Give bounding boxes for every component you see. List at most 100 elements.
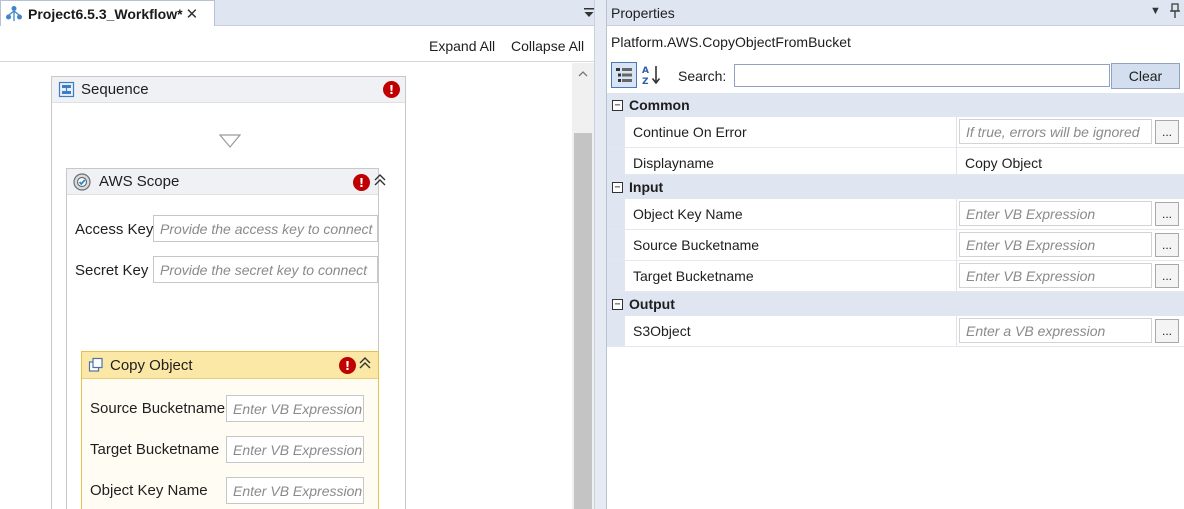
close-icon[interactable]: ✕ <box>186 5 199 23</box>
collapse-chevron-icon[interactable] <box>358 356 372 374</box>
categorized-view-icon[interactable] <box>611 62 637 88</box>
category-name: Output <box>629 296 675 312</box>
property-name: Continue On Error <box>633 124 747 140</box>
copy-object-title: Copy Object <box>110 356 193 374</box>
sequence-icon <box>58 81 75 98</box>
row-gutter <box>607 316 625 346</box>
category-name: Input <box>629 179 664 195</box>
object-key-name-label: Object Key Name <box>90 482 208 499</box>
collapse-chevron-icon[interactable] <box>373 173 387 191</box>
alphabetical-sort-icon[interactable]: A Z <box>639 62 665 88</box>
clear-button[interactable]: Clear <box>1111 63 1180 89</box>
error-icon[interactable]: ! <box>339 357 356 374</box>
property-row-continue-on-error[interactable]: Continue On Error If true, errors will be… <box>607 117 1184 148</box>
property-name: S3Object <box>633 323 691 339</box>
expand-all-button[interactable]: Expand All <box>429 38 495 54</box>
object-key-name-input[interactable]: Enter VB Expression <box>226 477 364 504</box>
row-gutter <box>607 261 625 291</box>
aws-scope-header[interactable]: AWS Scope <box>67 169 378 195</box>
secret-key-label: Secret Key <box>75 262 149 279</box>
drop-target-arrow-icon <box>219 134 241 148</box>
copy-object-activity[interactable]: Copy Object ! Source Bucketname Enter VB… <box>81 351 379 509</box>
panel-menu-dropdown-icon[interactable]: ▼ <box>1150 5 1161 17</box>
scroll-up-arrow-icon[interactable] <box>572 63 594 85</box>
ellipsis-button[interactable]: ... <box>1155 264 1179 288</box>
designer-canvas[interactable]: Sequence ! AWS Scope ! Access Key Provid… <box>0 63 572 509</box>
properties-title: Properties <box>611 4 675 21</box>
property-name: Source Bucketname <box>633 237 760 253</box>
collapse-all-button[interactable]: Collapse All <box>511 38 584 54</box>
designer-toolbar: Expand All Collapse All <box>0 26 603 62</box>
document-tab-strip: Project6.5.3_Workflow* ✕ <box>0 0 603 26</box>
pin-icon[interactable] <box>1169 3 1181 19</box>
property-value-target-bucketname[interactable]: Enter VB Expression <box>959 263 1152 288</box>
source-bucketname-input[interactable]: Enter VB Expression <box>226 395 364 422</box>
secret-key-input[interactable]: Provide the secret key to connect <box>153 256 378 283</box>
sequence-activity[interactable]: Sequence ! AWS Scope ! Access Key Provid… <box>51 76 406 509</box>
search-label: Search: <box>678 68 727 84</box>
row-gutter <box>607 230 625 260</box>
collapse-toggle-icon[interactable]: − <box>612 181 623 193</box>
property-row-object-key-name[interactable]: Object Key Name Enter VB Expression... <box>607 199 1184 230</box>
workflow-document-tab[interactable]: Project6.5.3_Workflow* ✕ <box>0 0 215 26</box>
row-gutter <box>607 148 625 174</box>
copy-object-header[interactable]: Copy Object <box>82 352 378 379</box>
ellipsis-button[interactable]: ... <box>1155 319 1179 343</box>
tab-title: Project6.5.3_Workflow* <box>28 5 183 22</box>
column-divider[interactable] <box>956 316 957 346</box>
gear-icon <box>73 172 91 191</box>
sequence-header[interactable]: Sequence <box>52 77 405 103</box>
activity-type-name: Platform.AWS.CopyObjectFromBucket <box>611 34 851 50</box>
error-icon[interactable]: ! <box>383 81 400 98</box>
property-name: Displayname <box>633 155 714 171</box>
properties-titlebar: Properties <box>607 0 1184 26</box>
workflow-icon <box>6 5 22 21</box>
properties-pane: Properties ▼ Platform.AWS.CopyObjectFrom… <box>606 0 1184 509</box>
property-row-source-bucketname[interactable]: Source Bucketname Enter VB Expression... <box>607 230 1184 261</box>
target-bucketname-label: Target Bucketname <box>90 441 220 458</box>
category-common[interactable]: − Common <box>607 93 1184 117</box>
pane-splitter[interactable] <box>594 0 606 509</box>
ellipsis-button[interactable]: ... <box>1155 120 1179 144</box>
collapse-toggle-icon[interactable]: − <box>612 298 623 310</box>
property-row-s3object[interactable]: S3Object Enter a VB expression... <box>607 316 1184 347</box>
aws-scope-activity[interactable]: AWS Scope ! Access Key Provide the acces… <box>66 168 386 509</box>
property-row-target-bucketname[interactable]: Target Bucketname Enter VB Expression... <box>607 261 1184 292</box>
collapse-toggle-icon[interactable]: − <box>612 99 623 111</box>
column-divider[interactable] <box>956 117 957 147</box>
column-divider[interactable] <box>956 148 957 174</box>
scrollbar-thumb[interactable] <box>574 133 592 509</box>
column-divider[interactable] <box>956 230 957 260</box>
property-value-s3object[interactable]: Enter a VB expression <box>959 318 1152 343</box>
vertical-scrollbar[interactable] <box>572 63 594 509</box>
error-icon[interactable]: ! <box>353 174 370 191</box>
property-row-displayname[interactable]: Displayname Copy Object <box>607 148 1184 175</box>
property-name: Object Key Name <box>633 206 743 222</box>
source-bucketname-label: Source Bucketname <box>90 400 226 417</box>
category-input[interactable]: − Input <box>607 175 1184 199</box>
property-name: Target Bucketname <box>633 268 754 284</box>
category-name: Common <box>629 97 690 113</box>
workflow-designer-pane: Project6.5.3_Workflow* ✕ Expand All Coll… <box>0 0 603 509</box>
access-key-input[interactable]: Provide the access key to connect <box>153 215 378 242</box>
svg-text:Z: Z <box>642 77 649 86</box>
property-value-object-key-name[interactable]: Enter VB Expression <box>959 201 1152 226</box>
column-divider[interactable] <box>956 199 957 229</box>
property-value-source-bucketname[interactable]: Enter VB Expression <box>959 232 1152 257</box>
property-value-continue-on-error[interactable]: If true, errors will be ignored <box>959 119 1152 144</box>
column-divider[interactable] <box>956 261 957 291</box>
search-input[interactable] <box>734 64 1110 87</box>
ellipsis-button[interactable]: ... <box>1155 202 1179 226</box>
svg-text:A: A <box>642 66 649 76</box>
property-value-displayname[interactable]: Copy Object <box>959 150 1179 175</box>
row-gutter <box>607 199 625 229</box>
properties-toolbar: A Z Search: Clear <box>611 62 1181 90</box>
aws-scope-title: AWS Scope <box>99 173 180 190</box>
row-gutter <box>607 117 625 147</box>
sequence-title: Sequence <box>81 81 149 98</box>
category-output[interactable]: − Output <box>607 292 1184 316</box>
access-key-label: Access Key <box>75 221 154 238</box>
target-bucketname-input[interactable]: Enter VB Expression <box>226 436 364 463</box>
ellipsis-button[interactable]: ... <box>1155 233 1179 257</box>
copy-icon <box>88 357 103 372</box>
